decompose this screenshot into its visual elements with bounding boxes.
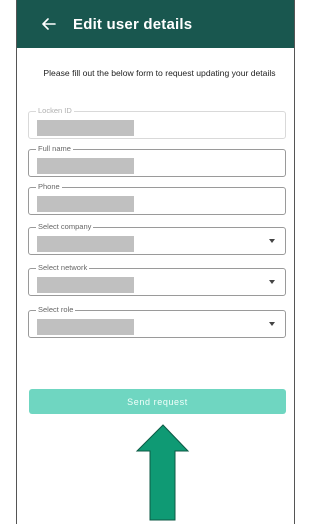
chevron-down-icon: [269, 322, 275, 326]
page-title: Edit user details: [73, 15, 193, 33]
send-request-button[interactable]: Send request: [29, 389, 286, 414]
company-select-label: Select company: [36, 222, 94, 232]
phone-value-redacted: [37, 196, 134, 212]
role-value-redacted: [37, 319, 134, 335]
app-bar: Edit user details: [17, 0, 294, 48]
company-value-redacted: [37, 236, 134, 252]
arrow-left-icon: [42, 18, 56, 30]
phone-label: Phone: [36, 182, 62, 192]
role-select[interactable]: Select role: [28, 305, 286, 338]
locken-id-label: Locken ID: [36, 106, 74, 116]
locken-id-field: Locken ID: [28, 106, 286, 139]
full-name-field[interactable]: Full name: [28, 144, 286, 177]
network-select[interactable]: Select network: [28, 263, 286, 296]
network-select-label: Select network: [36, 263, 90, 273]
chevron-down-icon: [269, 280, 275, 284]
phone-field[interactable]: Phone: [28, 182, 286, 215]
role-select-label: Select role: [36, 305, 76, 315]
full-name-label: Full name: [36, 144, 73, 154]
locken-id-value-redacted: [37, 120, 134, 136]
network-value-redacted: [37, 277, 134, 293]
chevron-down-icon: [269, 239, 275, 243]
back-button[interactable]: [39, 14, 59, 34]
company-select[interactable]: Select company: [28, 222, 286, 255]
full-name-value-redacted: [37, 158, 134, 174]
app-screen: Edit user details Please fill out the be…: [16, 0, 295, 524]
form-intro-text: Please fill out the below form to reques…: [43, 68, 276, 78]
